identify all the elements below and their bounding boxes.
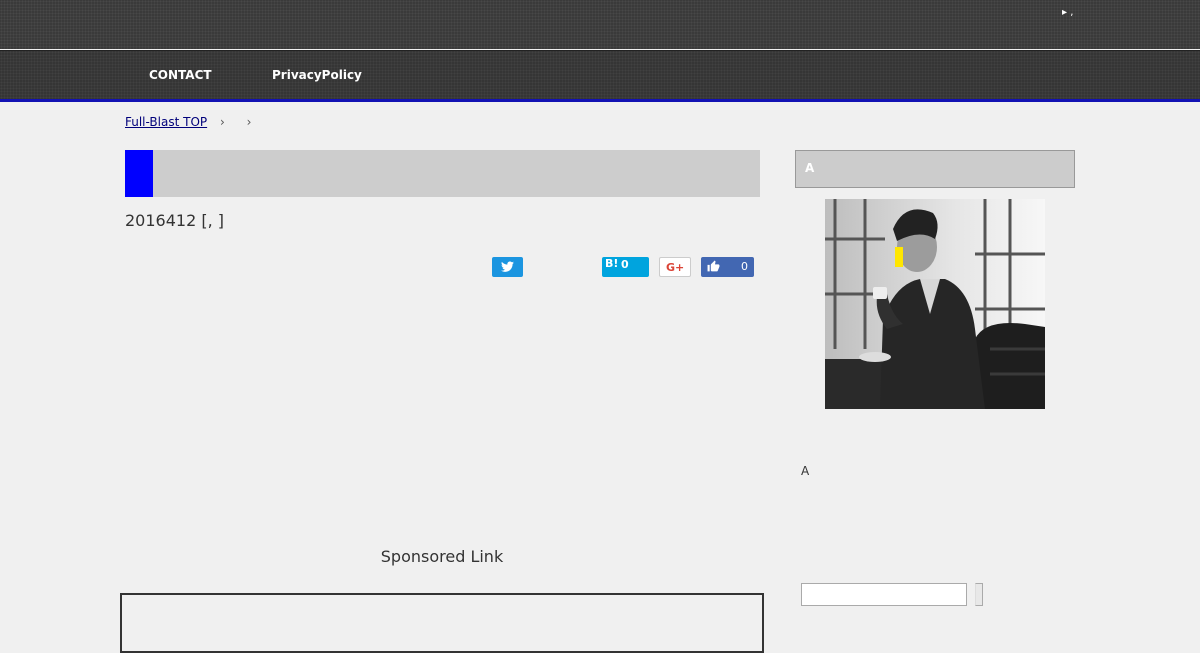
twitter-icon [501, 261, 514, 272]
breadcrumb: Full-Blast TOP › › [125, 115, 251, 129]
twitter-share-button[interactable] [492, 257, 523, 277]
thumbs-up-icon [707, 260, 720, 272]
breadcrumb-home-link[interactable]: Full-Blast TOP [125, 115, 207, 129]
top-link[interactable]: ▸ , [1062, 7, 1073, 18]
facebook-count: 0 [741, 260, 748, 273]
title-accent-block [125, 150, 153, 197]
top-bar: ▸ , [0, 0, 1200, 49]
sponsored-link-label: Sponsored Link [380, 547, 504, 566]
nav-item-privacy-policy[interactable]: PrivacyPolicy [272, 68, 362, 82]
post-meta-bracket-close: ] [212, 211, 225, 230]
post-date: 2016412 [125, 211, 197, 230]
breadcrumb-separator-icon: › [246, 115, 252, 129]
nav-item-contact[interactable]: CONTACT [149, 68, 212, 82]
breadcrumb-separator-icon: › [219, 115, 225, 129]
google-plus-share-button[interactable]: G+ [659, 257, 691, 277]
sidebar-profile-heading: A [795, 150, 1075, 188]
search-button[interactable] [975, 583, 983, 606]
hatena-icon: B! [605, 257, 619, 270]
hatena-count: 0 [621, 258, 629, 271]
profile-image [825, 199, 1045, 409]
search-input[interactable] [801, 583, 967, 606]
sidebar-heading-text: A [805, 161, 815, 175]
main-nav: CONTACT PrivacyPolicy [0, 50, 1200, 102]
ad-container [120, 593, 764, 653]
post-meta-bracket-open: [ [196, 211, 208, 230]
google-plus-icon: G+ [666, 261, 685, 274]
post-meta: 2016412 [, ] [125, 211, 224, 230]
post-title-bar [125, 150, 760, 197]
facebook-like-button[interactable]: 0 [701, 257, 754, 277]
hatena-bookmark-button[interactable]: B! 0 [602, 257, 649, 277]
sidebar-profile-text: A [801, 464, 810, 478]
